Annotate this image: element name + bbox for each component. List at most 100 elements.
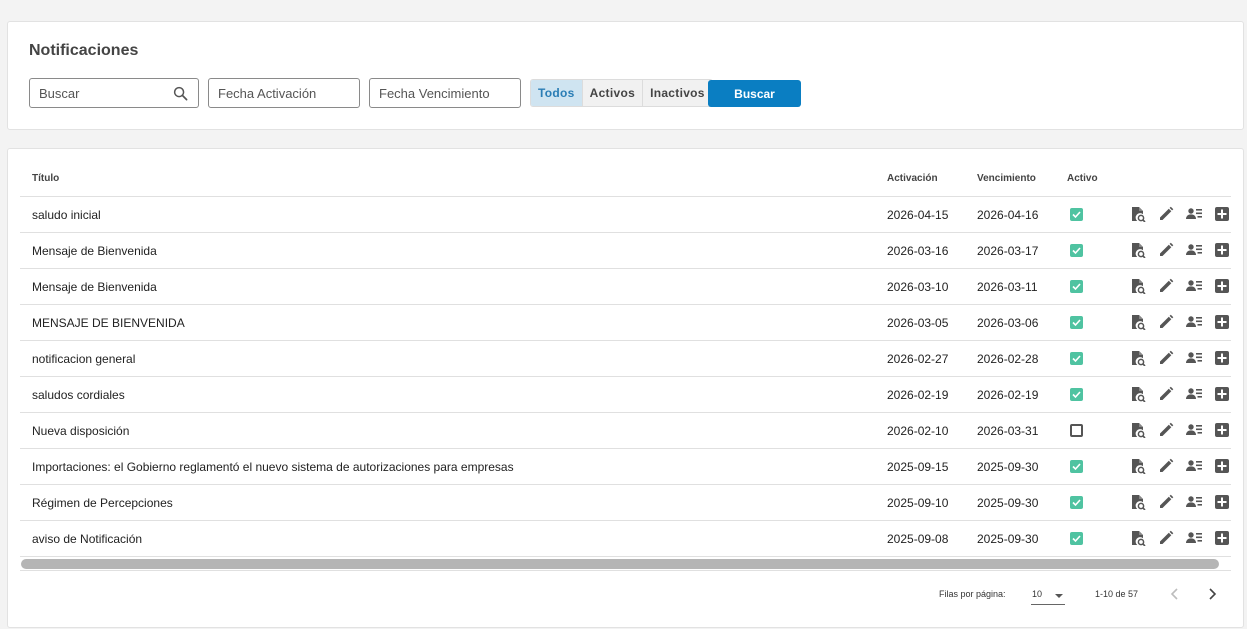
edit-pencil-icon[interactable]	[1158, 422, 1174, 438]
previous-page-button[interactable]	[1169, 587, 1181, 601]
column-header-expiry[interactable]: Vencimiento	[977, 173, 1036, 184]
add-box-icon[interactable]	[1214, 494, 1230, 510]
view-document-icon[interactable]	[1130, 350, 1146, 366]
row-actions	[1130, 458, 1230, 474]
edit-pencil-icon[interactable]	[1158, 530, 1174, 546]
column-header-title[interactable]: Título	[32, 173, 59, 184]
expiry-date-input[interactable]	[370, 79, 520, 107]
table-row[interactable]: notificacion general 2026-02-27 2026-02-28	[20, 341, 1231, 377]
edit-pencil-icon[interactable]	[1158, 350, 1174, 366]
row-title: Importaciones: el Gobierno reglamentó el…	[32, 460, 514, 474]
status-option-todos[interactable]: Todos	[531, 80, 583, 106]
table-row[interactable]: MENSAJE DE BIENVENIDA 2026-03-05 2026-03-0…	[20, 305, 1231, 341]
active-checkbox[interactable]	[1070, 244, 1083, 257]
search-icon[interactable]	[173, 86, 188, 101]
expiry-date-field[interactable]	[369, 78, 521, 108]
table-row[interactable]: Nueva disposición 2026-02-10 2026-03-31	[20, 413, 1231, 449]
recipients-list-icon[interactable]	[1186, 530, 1202, 546]
edit-pencil-icon[interactable]	[1158, 458, 1174, 474]
search-field[interactable]	[29, 78, 199, 108]
row-activation-date: 2026-04-15	[887, 208, 949, 222]
add-box-icon[interactable]	[1214, 386, 1230, 402]
add-box-icon[interactable]	[1214, 206, 1230, 222]
view-document-icon[interactable]	[1130, 278, 1146, 294]
page-title: Notificaciones	[29, 42, 139, 59]
edit-pencil-icon[interactable]	[1158, 242, 1174, 258]
table-row[interactable]: Mensaje de Bienvenida 2026-03-16 2026-03-1…	[20, 233, 1231, 269]
horizontal-scrollbar[interactable]	[20, 557, 1231, 571]
recipients-list-icon[interactable]	[1186, 458, 1202, 474]
next-page-button[interactable]	[1206, 587, 1218, 601]
row-title: Régimen de Percepciones	[32, 496, 173, 510]
add-box-icon[interactable]	[1214, 530, 1230, 546]
view-document-icon[interactable]	[1130, 206, 1146, 222]
view-document-icon[interactable]	[1130, 242, 1146, 258]
edit-pencil-icon[interactable]	[1158, 278, 1174, 294]
row-expiry-date: 2025-09-30	[977, 496, 1039, 510]
active-checkbox[interactable]	[1070, 280, 1083, 293]
table-row[interactable]: Mensaje de Bienvenida 2026-03-10 2026-03-1…	[20, 269, 1231, 305]
activation-date-input[interactable]	[209, 79, 359, 107]
view-document-icon[interactable]	[1130, 458, 1146, 474]
view-document-icon[interactable]	[1130, 530, 1146, 546]
row-title: saludo inicial	[32, 208, 101, 222]
rows-per-page-value: 10	[1032, 589, 1043, 599]
recipients-list-icon[interactable]	[1186, 350, 1202, 366]
row-activation-date: 2025-09-10	[887, 496, 949, 510]
recipients-list-icon[interactable]	[1186, 386, 1202, 402]
table-row[interactable]: aviso de Notificación 2025-09-08 2025-09-3…	[20, 521, 1231, 557]
table-body: saludo inicial 2026-04-15 2026-04-16 Mensaj…	[20, 197, 1231, 557]
status-option-inactivos[interactable]: Inactivos	[643, 80, 712, 106]
chevron-down-icon	[1055, 594, 1063, 598]
row-title: MENSAJE DE BIENVENIDA	[32, 316, 185, 330]
view-document-icon[interactable]	[1130, 494, 1146, 510]
column-header-active[interactable]: Activo	[1067, 173, 1098, 184]
active-checkbox[interactable]	[1070, 532, 1083, 545]
row-actions	[1130, 386, 1230, 402]
filter-panel: Notificaciones Todos Activos Inactivos B…	[7, 21, 1244, 130]
row-activation-date: 2025-09-15	[887, 460, 949, 474]
add-box-icon[interactable]	[1214, 242, 1230, 258]
recipients-list-icon[interactable]	[1186, 494, 1202, 510]
column-header-activation[interactable]: Activación	[887, 173, 938, 184]
edit-pencil-icon[interactable]	[1158, 494, 1174, 510]
add-box-icon[interactable]	[1214, 422, 1230, 438]
edit-pencil-icon[interactable]	[1158, 314, 1174, 330]
table-row[interactable]: Importaciones: el Gobierno reglamentó el…	[20, 449, 1231, 485]
add-box-icon[interactable]	[1214, 350, 1230, 366]
active-checkbox[interactable]	[1070, 316, 1083, 329]
recipients-list-icon[interactable]	[1186, 278, 1202, 294]
rows-per-page-select[interactable]: 10	[1031, 585, 1065, 605]
row-actions	[1130, 530, 1230, 546]
recipients-list-icon[interactable]	[1186, 314, 1202, 330]
add-box-icon[interactable]	[1214, 458, 1230, 474]
scrollbar-thumb[interactable]	[21, 559, 1219, 569]
active-checkbox[interactable]	[1070, 208, 1083, 221]
active-checkbox[interactable]	[1070, 388, 1083, 401]
activation-date-field[interactable]	[208, 78, 360, 108]
row-activation-date: 2026-03-10	[887, 280, 949, 294]
view-document-icon[interactable]	[1130, 422, 1146, 438]
table-row[interactable]: saludo inicial 2026-04-15 2026-04-16	[20, 197, 1231, 233]
recipients-list-icon[interactable]	[1186, 206, 1202, 222]
chevron-right-icon	[1209, 588, 1217, 600]
status-option-activos[interactable]: Activos	[582, 80, 644, 106]
add-box-icon[interactable]	[1214, 314, 1230, 330]
view-document-icon[interactable]	[1130, 386, 1146, 402]
add-box-icon[interactable]	[1214, 278, 1230, 294]
edit-pencil-icon[interactable]	[1158, 386, 1174, 402]
table-row[interactable]: Régimen de Percepciones 2025-09-10 2025-09…	[20, 485, 1231, 521]
edit-pencil-icon[interactable]	[1158, 206, 1174, 222]
active-checkbox[interactable]	[1070, 496, 1083, 509]
active-checkbox[interactable]	[1070, 352, 1083, 365]
table-row[interactable]: saludos cordiales 2026-02-19 2026-02-19	[20, 377, 1231, 413]
recipients-list-icon[interactable]	[1186, 422, 1202, 438]
row-expiry-date: 2026-03-31	[977, 424, 1039, 438]
active-checkbox[interactable]	[1070, 424, 1083, 437]
row-title: aviso de Notificación	[32, 532, 143, 546]
row-expiry-date: 2026-03-17	[977, 244, 1039, 258]
recipients-list-icon[interactable]	[1186, 242, 1202, 258]
search-button[interactable]: Buscar	[708, 80, 801, 107]
active-checkbox[interactable]	[1070, 460, 1083, 473]
view-document-icon[interactable]	[1130, 314, 1146, 330]
